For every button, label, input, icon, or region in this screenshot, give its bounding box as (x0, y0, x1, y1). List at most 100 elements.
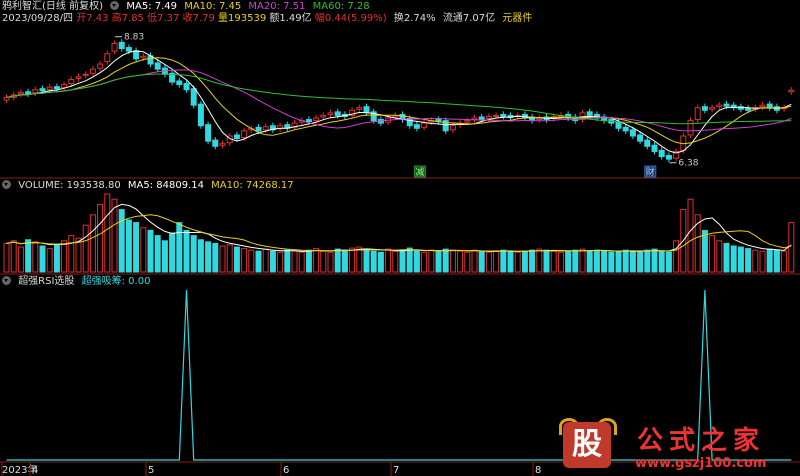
volume-bar (277, 251, 284, 273)
candle-body (421, 122, 428, 128)
candle-body (716, 104, 723, 108)
indicator-title: 超强RSI选股 (18, 276, 75, 287)
volume-bar (651, 248, 658, 273)
volume-bar (521, 250, 528, 273)
candle-body (493, 114, 500, 117)
indicator-dropdown-icon[interactable] (2, 276, 11, 285)
indicator-signal-label: 超强吸筹: 0.00 (81, 276, 151, 287)
volume-bar (161, 240, 168, 273)
volume-bar (104, 193, 111, 273)
volume-bar (334, 248, 341, 273)
event-cai-label: 财 (646, 166, 655, 178)
volume-bar (197, 239, 204, 273)
candle-body (406, 118, 413, 127)
info-sector: 元器件 (502, 13, 533, 24)
candle-body (154, 62, 161, 70)
candle-body (118, 41, 125, 50)
candle-body (3, 96, 10, 101)
volume-bar (82, 224, 89, 273)
volume-bar (370, 250, 377, 273)
volume-bar (500, 249, 507, 273)
volume-ma10-label: MA10: 74268.17 (211, 180, 294, 191)
candle-body (327, 112, 334, 115)
low-marker-label: 6.38 (678, 159, 698, 169)
volume-bar (709, 235, 716, 273)
candle-body (313, 117, 320, 122)
volume-bar (255, 250, 262, 273)
volume-bar (485, 251, 492, 273)
volume-bar (601, 250, 608, 273)
candle-body (766, 103, 773, 109)
candle-body (759, 104, 766, 108)
volume-bar (154, 235, 161, 273)
price-panel-header: 鸦利智汇(日线 前复权) MA5: 7.49 MA10: 7.45 MA20: … (2, 1, 374, 13)
candle-body (190, 88, 197, 106)
volume-bar (133, 222, 140, 273)
volume-bar (118, 209, 125, 273)
volume-bar (190, 235, 197, 273)
candle-body (478, 116, 485, 121)
candle-body (363, 106, 370, 114)
volume-bar (68, 235, 75, 273)
candle-body (176, 80, 183, 86)
candle-body (39, 88, 46, 92)
volume-bar (176, 222, 183, 273)
ma5-label: MA5: 7.49 (126, 1, 178, 12)
volume-bar (507, 250, 514, 273)
volume-bar (97, 203, 104, 273)
volume-bar (125, 219, 132, 273)
candle-body (356, 107, 363, 110)
logo-gu: 股 (563, 422, 611, 468)
candle-body (745, 107, 752, 111)
volume-bar (716, 240, 723, 273)
info-change: 幅0.44(5.99%) (314, 13, 387, 24)
stock-title[interactable]: 鸦利智汇(日线 前复权) (2, 1, 103, 12)
dropdown-icon[interactable] (110, 1, 120, 10)
candle-body (449, 125, 456, 131)
volume-bar (622, 249, 629, 273)
chart-canvas[interactable]: 8.836.38减 财2023年4 5 6 7 8 (0, 0, 800, 476)
candle-body (723, 103, 730, 107)
candle-body (644, 139, 651, 147)
volume-bar (392, 250, 399, 273)
volume-bar (773, 249, 780, 273)
candle-body (205, 124, 212, 142)
volume-bar (183, 229, 190, 273)
candle-body (97, 63, 104, 69)
volume-bar (385, 248, 392, 273)
candle-body (140, 55, 147, 59)
logo-title: 公式之家 (637, 426, 766, 456)
x-axis-label: 4 (32, 465, 38, 476)
volume-bar (788, 222, 795, 273)
volume-bar (637, 251, 644, 273)
candle-body (637, 134, 644, 142)
candle-body (586, 111, 593, 116)
volume-bar (140, 227, 147, 273)
volume-panel-header: VOLUME: 193538.80 MA5: 84809.14 MA10: 74… (2, 180, 298, 192)
volume-bar (608, 251, 615, 273)
candle-body (651, 144, 658, 152)
volume-bar (514, 251, 521, 273)
volume-bar (565, 250, 572, 273)
volume-ma5-label: MA5: 84809.14 (127, 180, 204, 191)
volume-bar (766, 248, 773, 273)
volume-bar (730, 245, 737, 273)
candle-body (233, 134, 240, 140)
candle-body (53, 86, 60, 90)
volume-bar (543, 249, 550, 273)
volume-bar (241, 248, 248, 273)
candle-body (183, 83, 190, 91)
high-marker-label: 8.83 (124, 33, 144, 43)
volume-bar (46, 248, 53, 273)
volume-bar (457, 250, 464, 273)
volume-bar (406, 247, 413, 273)
volume-bar (421, 251, 428, 273)
indicator-panel-header: 超强RSI选股 超强吸筹: 0.00 (2, 276, 154, 288)
x-axis-label: 8 (535, 465, 541, 476)
volume-bar (169, 232, 176, 273)
volume-dropdown-icon[interactable] (2, 180, 11, 189)
volume-bar (550, 250, 557, 273)
volume-bar (658, 250, 665, 273)
candle-body (212, 139, 219, 147)
info-open: 开7.43 (76, 13, 109, 24)
